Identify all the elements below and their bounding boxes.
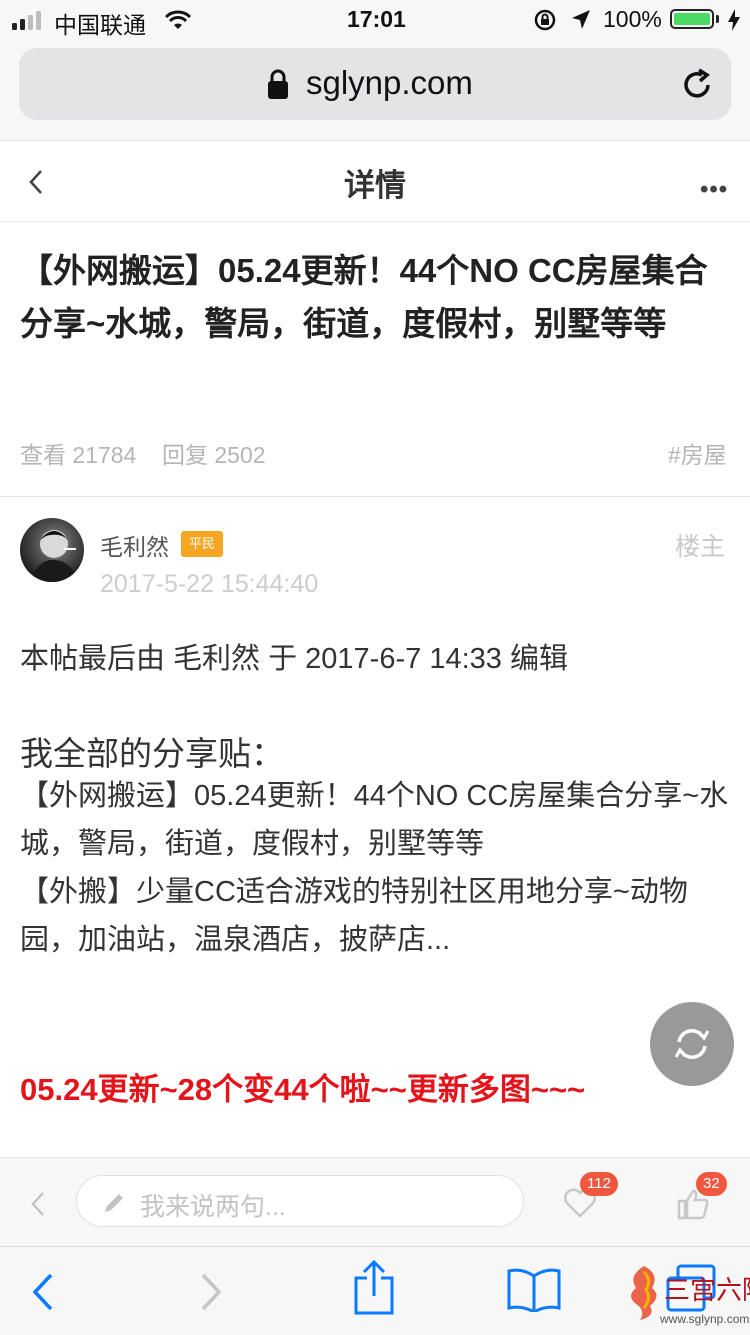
floor-label: 楼主 — [675, 533, 726, 561]
status-bar: 中国联通 17:01 100% — [0, 0, 750, 40]
browser-forward-icon[interactable] — [198, 1272, 224, 1312]
battery-percent: 100% — [603, 6, 662, 32]
browser-back-icon[interactable] — [30, 1272, 56, 1312]
view-count: 查看 21784 — [20, 442, 137, 468]
lock-icon — [268, 69, 288, 99]
like-count: 112 — [580, 1172, 618, 1196]
share-heading: 我全部的分享贴： — [20, 735, 284, 772]
thumbs-count: 32 — [696, 1172, 727, 1196]
more-icon[interactable]: ••• — [700, 176, 728, 204]
reply-placeholder[interactable]: 我来说两句... — [140, 1187, 286, 1223]
tag-link[interactable]: #房屋 — [668, 436, 727, 470]
page-title: 详情 — [344, 168, 406, 203]
battery-icon — [670, 9, 714, 29]
charging-icon — [728, 9, 740, 31]
site-watermark: 三宫六院 www.sglynp.com — [620, 1260, 750, 1332]
edit-note: 本帖最后由 毛利然 于 2017-6-7 14:33 编辑 — [20, 643, 568, 675]
battery-tip — [716, 15, 719, 23]
divider — [0, 496, 750, 497]
carrier-label: 中国联通 — [54, 12, 146, 38]
pencil-icon — [105, 1194, 123, 1212]
share-link-2[interactable]: 【外搬】少量CC适合游戏的特别社区用地分享~动物园，加油站，温泉酒店，披萨店..… — [20, 868, 735, 964]
reply-back-icon[interactable] — [28, 1190, 48, 1218]
watermark-title: 三宫六院 — [664, 1276, 750, 1306]
rotation-lock-icon — [534, 9, 556, 31]
reply-count: 回复 2502 — [162, 442, 266, 468]
share-icon[interactable] — [352, 1260, 396, 1316]
reload-icon[interactable] — [680, 68, 714, 102]
wifi-icon — [164, 10, 192, 29]
watermark-url: www.sglynp.com — [660, 1312, 750, 1326]
rank-badge: 平民 — [181, 531, 223, 557]
avatar[interactable] — [20, 518, 84, 582]
author-name[interactable]: 毛利然 — [100, 528, 169, 562]
share-link-1[interactable]: 【外网搬运】05.24更新！44个NO CC房屋集合分享~水城，警局，街道，度假… — [20, 772, 735, 868]
post-date: 2017-5-22 15:44:40 — [100, 570, 319, 598]
bookmarks-icon[interactable] — [506, 1268, 562, 1312]
signal-icon — [12, 10, 48, 30]
update-notice: 05.24更新~28个变44个啦~~更新多图~~~ — [20, 1072, 586, 1107]
refresh-icon — [674, 1029, 710, 1059]
refresh-float-button[interactable] — [650, 1002, 734, 1086]
avatar-photo — [28, 530, 80, 582]
location-icon — [572, 10, 590, 29]
post-title: 【外网搬运】05.24更新！44个NO CC房屋集合分享~水城，警局，街道，度假… — [20, 252, 708, 342]
clock: 17:01 — [347, 6, 406, 32]
url-text[interactable]: sglynp.com — [306, 64, 473, 102]
